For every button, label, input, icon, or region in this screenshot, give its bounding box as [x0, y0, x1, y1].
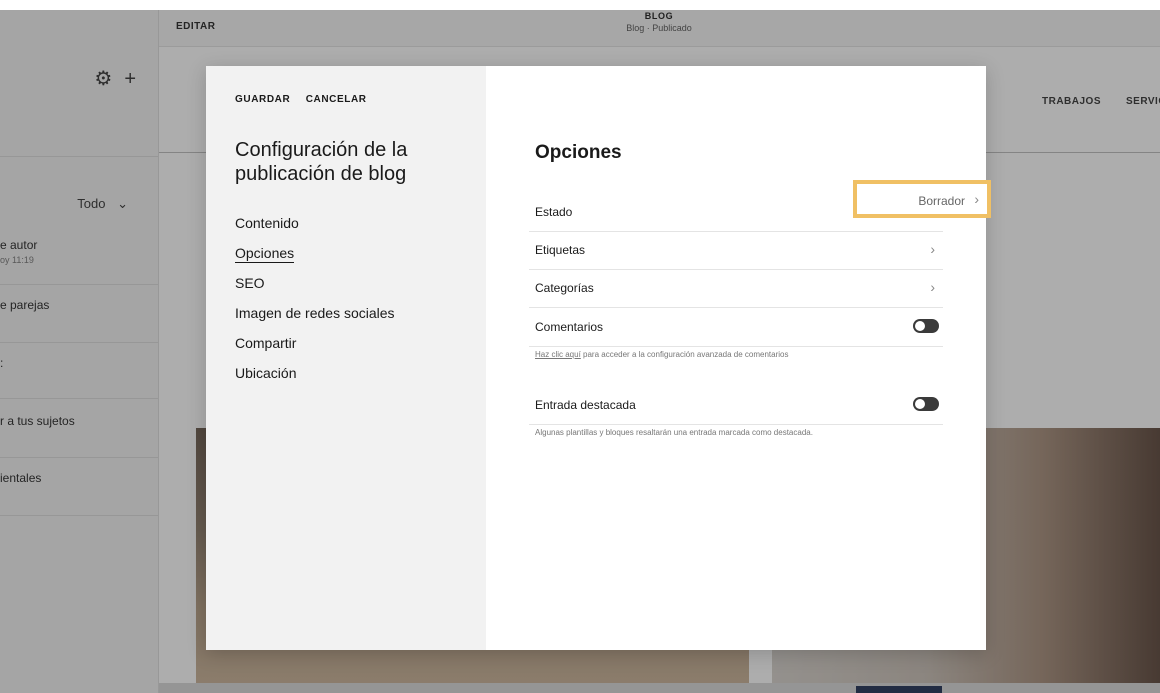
comments-note: Haz clic aquí para acceder a la configur…: [535, 350, 788, 359]
nav-item-compartir[interactable]: Compartir: [235, 332, 395, 362]
nav-item-imagen-redes[interactable]: Imagen de redes sociales: [235, 302, 395, 332]
post-settings-dialog: GUARDAR CANCELAR Configuración de la pub…: [206, 66, 991, 650]
comments-label: Comentarios: [535, 320, 604, 334]
section-title: Opciones: [535, 142, 622, 163]
featured-row: Entrada destacada: [529, 386, 943, 425]
featured-label: Entrada destacada: [535, 398, 636, 412]
featured-note: Algunas plantillas y bloques resaltarán …: [535, 428, 813, 437]
featured-toggle[interactable]: [913, 397, 939, 411]
dialog-actions: GUARDAR CANCELAR: [235, 94, 379, 105]
status-row[interactable]: Estado Borrador ›: [529, 180, 991, 232]
status-value: Borrador: [918, 194, 965, 208]
comments-row: Comentarios: [529, 308, 943, 347]
comments-settings-link[interactable]: Haz clic aquí: [535, 350, 581, 359]
settings-nav-panel: GUARDAR CANCELAR Configuración de la pub…: [206, 66, 486, 650]
comments-note-text: para acceder a la configuración avanzada…: [580, 350, 789, 359]
categories-row[interactable]: Categorías ›: [529, 269, 943, 308]
status-label: Estado: [535, 205, 573, 219]
nav-item-contenido[interactable]: Contenido: [235, 212, 395, 242]
comments-toggle[interactable]: [913, 319, 939, 333]
chevron-right-icon: ›: [974, 191, 979, 207]
chevron-right-icon: ›: [930, 279, 935, 295]
chevron-right-icon: ›: [930, 241, 935, 257]
nav-item-seo[interactable]: SEO: [235, 272, 395, 302]
categories-label: Categorías: [535, 281, 594, 295]
tags-row[interactable]: Etiquetas ›: [529, 231, 943, 270]
top-margin: [0, 0, 1160, 10]
nav-item-ubicacion[interactable]: Ubicación: [235, 362, 395, 392]
cancel-button[interactable]: CANCELAR: [306, 94, 367, 105]
save-button[interactable]: GUARDAR: [235, 94, 290, 105]
tags-label: Etiquetas: [535, 243, 586, 257]
nav-item-opciones[interactable]: Opciones: [235, 242, 395, 272]
settings-nav: Contenido Opciones SEO Imagen de redes s…: [235, 212, 395, 392]
dialog-title: Configuración de la publicación de blog: [235, 139, 408, 185]
status-value-highlight[interactable]: Borrador ›: [853, 180, 991, 218]
options-panel: Opciones Estado Borrador › Etiquetas › C…: [486, 66, 991, 650]
